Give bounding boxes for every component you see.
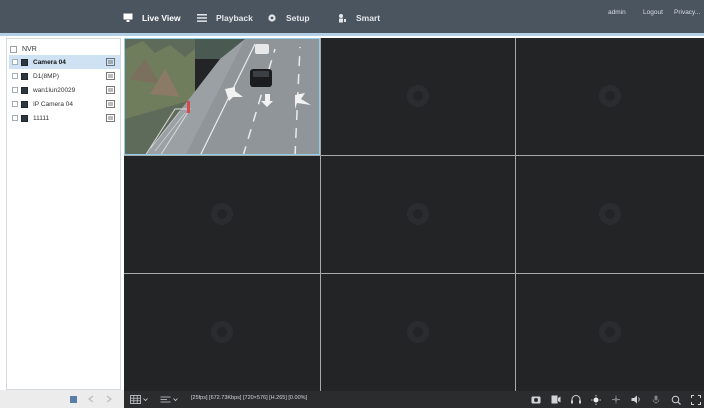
record-icon[interactable] (550, 394, 561, 405)
next-icon[interactable] (104, 394, 114, 404)
tree-item-camera-04[interactable]: Camera 04 (9, 55, 120, 69)
stop-square-icon[interactable] (68, 394, 78, 404)
video-cell-6[interactable] (516, 156, 704, 273)
nav-label: Setup (286, 13, 310, 23)
camera-watermark-icon (407, 203, 429, 225)
video-cell-5[interactable] (321, 156, 515, 273)
tree-root-label: NVR (22, 45, 37, 53)
nav-label: Playback (216, 13, 253, 23)
stream-select-button[interactable] (160, 393, 178, 406)
fullscreen-icon[interactable] (690, 394, 701, 405)
camera-watermark-icon (407, 85, 429, 107)
checkbox[interactable] (12, 115, 18, 121)
camera-icon (21, 100, 28, 108)
zoom-icon[interactable] (610, 394, 621, 405)
video-cell-9[interactable] (516, 274, 704, 391)
nav-label: Live View (142, 13, 181, 23)
tree-item-label: wan1lun20029 (33, 86, 76, 94)
live-view-toolbar: [25fps] [672.73Kbps] [720×576] [H.265] [… (124, 391, 704, 408)
camera-watermark-icon (211, 203, 233, 225)
camera-icon (21, 72, 28, 80)
video-cell-3[interactable] (516, 38, 704, 155)
camera-icon (21, 86, 28, 94)
username-label: admin (608, 9, 626, 16)
digital-zoom-icon[interactable] (670, 394, 681, 405)
record-status-icon (106, 86, 115, 94)
brightness-icon[interactable] (590, 394, 601, 405)
camera-icon (21, 58, 28, 66)
tree-item-11111[interactable]: 11111 (9, 111, 120, 125)
nav-playback[interactable]: Playback (196, 10, 253, 26)
snapshot-icon[interactable] (530, 394, 541, 405)
video-cell-1[interactable] (124, 38, 320, 155)
headset-icon[interactable] (570, 394, 581, 405)
stream-select-icon (160, 396, 171, 403)
tree-item-label: Camera 04 (33, 58, 66, 66)
smart-person-icon (336, 12, 348, 24)
tree-item-label: 11111 (33, 114, 50, 122)
record-status-icon (106, 114, 115, 122)
nav-accent-line (0, 33, 704, 36)
tree-item-label: D1(8MP) (33, 72, 60, 80)
nav-smart[interactable]: Smart (336, 10, 380, 26)
checkbox[interactable] (12, 101, 18, 107)
record-status-icon (106, 72, 115, 80)
checkbox[interactable] (10, 45, 17, 53)
nvr-live-view-app: Live View Playback Setup Smart admin Log… (0, 0, 704, 408)
tree-item-wan1lun20029[interactable]: wan1lun20029 (9, 83, 120, 97)
previous-icon[interactable] (86, 394, 96, 404)
chevron-down-icon (173, 398, 178, 402)
checkbox[interactable] (12, 59, 18, 65)
video-cell-2[interactable] (321, 38, 515, 155)
tree-item-d1-8mp[interactable]: D1(8MP) (9, 69, 120, 83)
tree-controls-bar (0, 390, 124, 408)
video-grid (124, 38, 704, 391)
layout-select-button[interactable] (130, 393, 148, 406)
camera-watermark-icon (407, 321, 429, 343)
stream-stats-text: [25fps] [672.73Kbps] [720×576] [H.265] [… (191, 395, 308, 401)
grid-layout-icon (130, 395, 141, 404)
monitor-icon (122, 12, 134, 24)
logout-link[interactable]: Logout (643, 9, 663, 16)
playback-icon (196, 12, 208, 24)
record-status-icon (106, 58, 115, 66)
speaker-icon[interactable] (630, 394, 641, 405)
record-status-icon (106, 100, 115, 108)
microphone-icon[interactable] (650, 394, 661, 405)
video-cell-7[interactable] (124, 274, 320, 391)
checkbox[interactable] (12, 73, 18, 79)
camera-watermark-icon (599, 85, 621, 107)
tree-root-nvr[interactable]: NVR (10, 43, 37, 55)
gear-icon (266, 12, 278, 24)
nav-live-view[interactable]: Live View (122, 10, 181, 26)
camera-icon (21, 114, 28, 122)
live-video-frame (125, 39, 319, 154)
tree-item-label: IP Camera 04 (33, 100, 73, 108)
device-tree-panel: NVR Camera 04 D1(8MP) wan1lun20029 IP Ca… (6, 38, 121, 390)
video-cell-4[interactable] (124, 156, 320, 273)
nav-setup[interactable]: Setup (266, 10, 310, 26)
nav-label: Smart (356, 13, 381, 23)
checkbox[interactable] (12, 87, 18, 93)
top-navigation-bar: Live View Playback Setup Smart admin Log… (0, 0, 704, 33)
camera-watermark-icon (599, 321, 621, 343)
tree-item-ip-camera-04[interactable]: IP Camera 04 (9, 97, 120, 111)
chevron-down-icon (143, 398, 148, 402)
video-cell-8[interactable] (321, 274, 515, 391)
camera-watermark-icon (599, 203, 621, 225)
camera-watermark-icon (211, 321, 233, 343)
privacy-link[interactable]: Privacy... (674, 9, 700, 16)
